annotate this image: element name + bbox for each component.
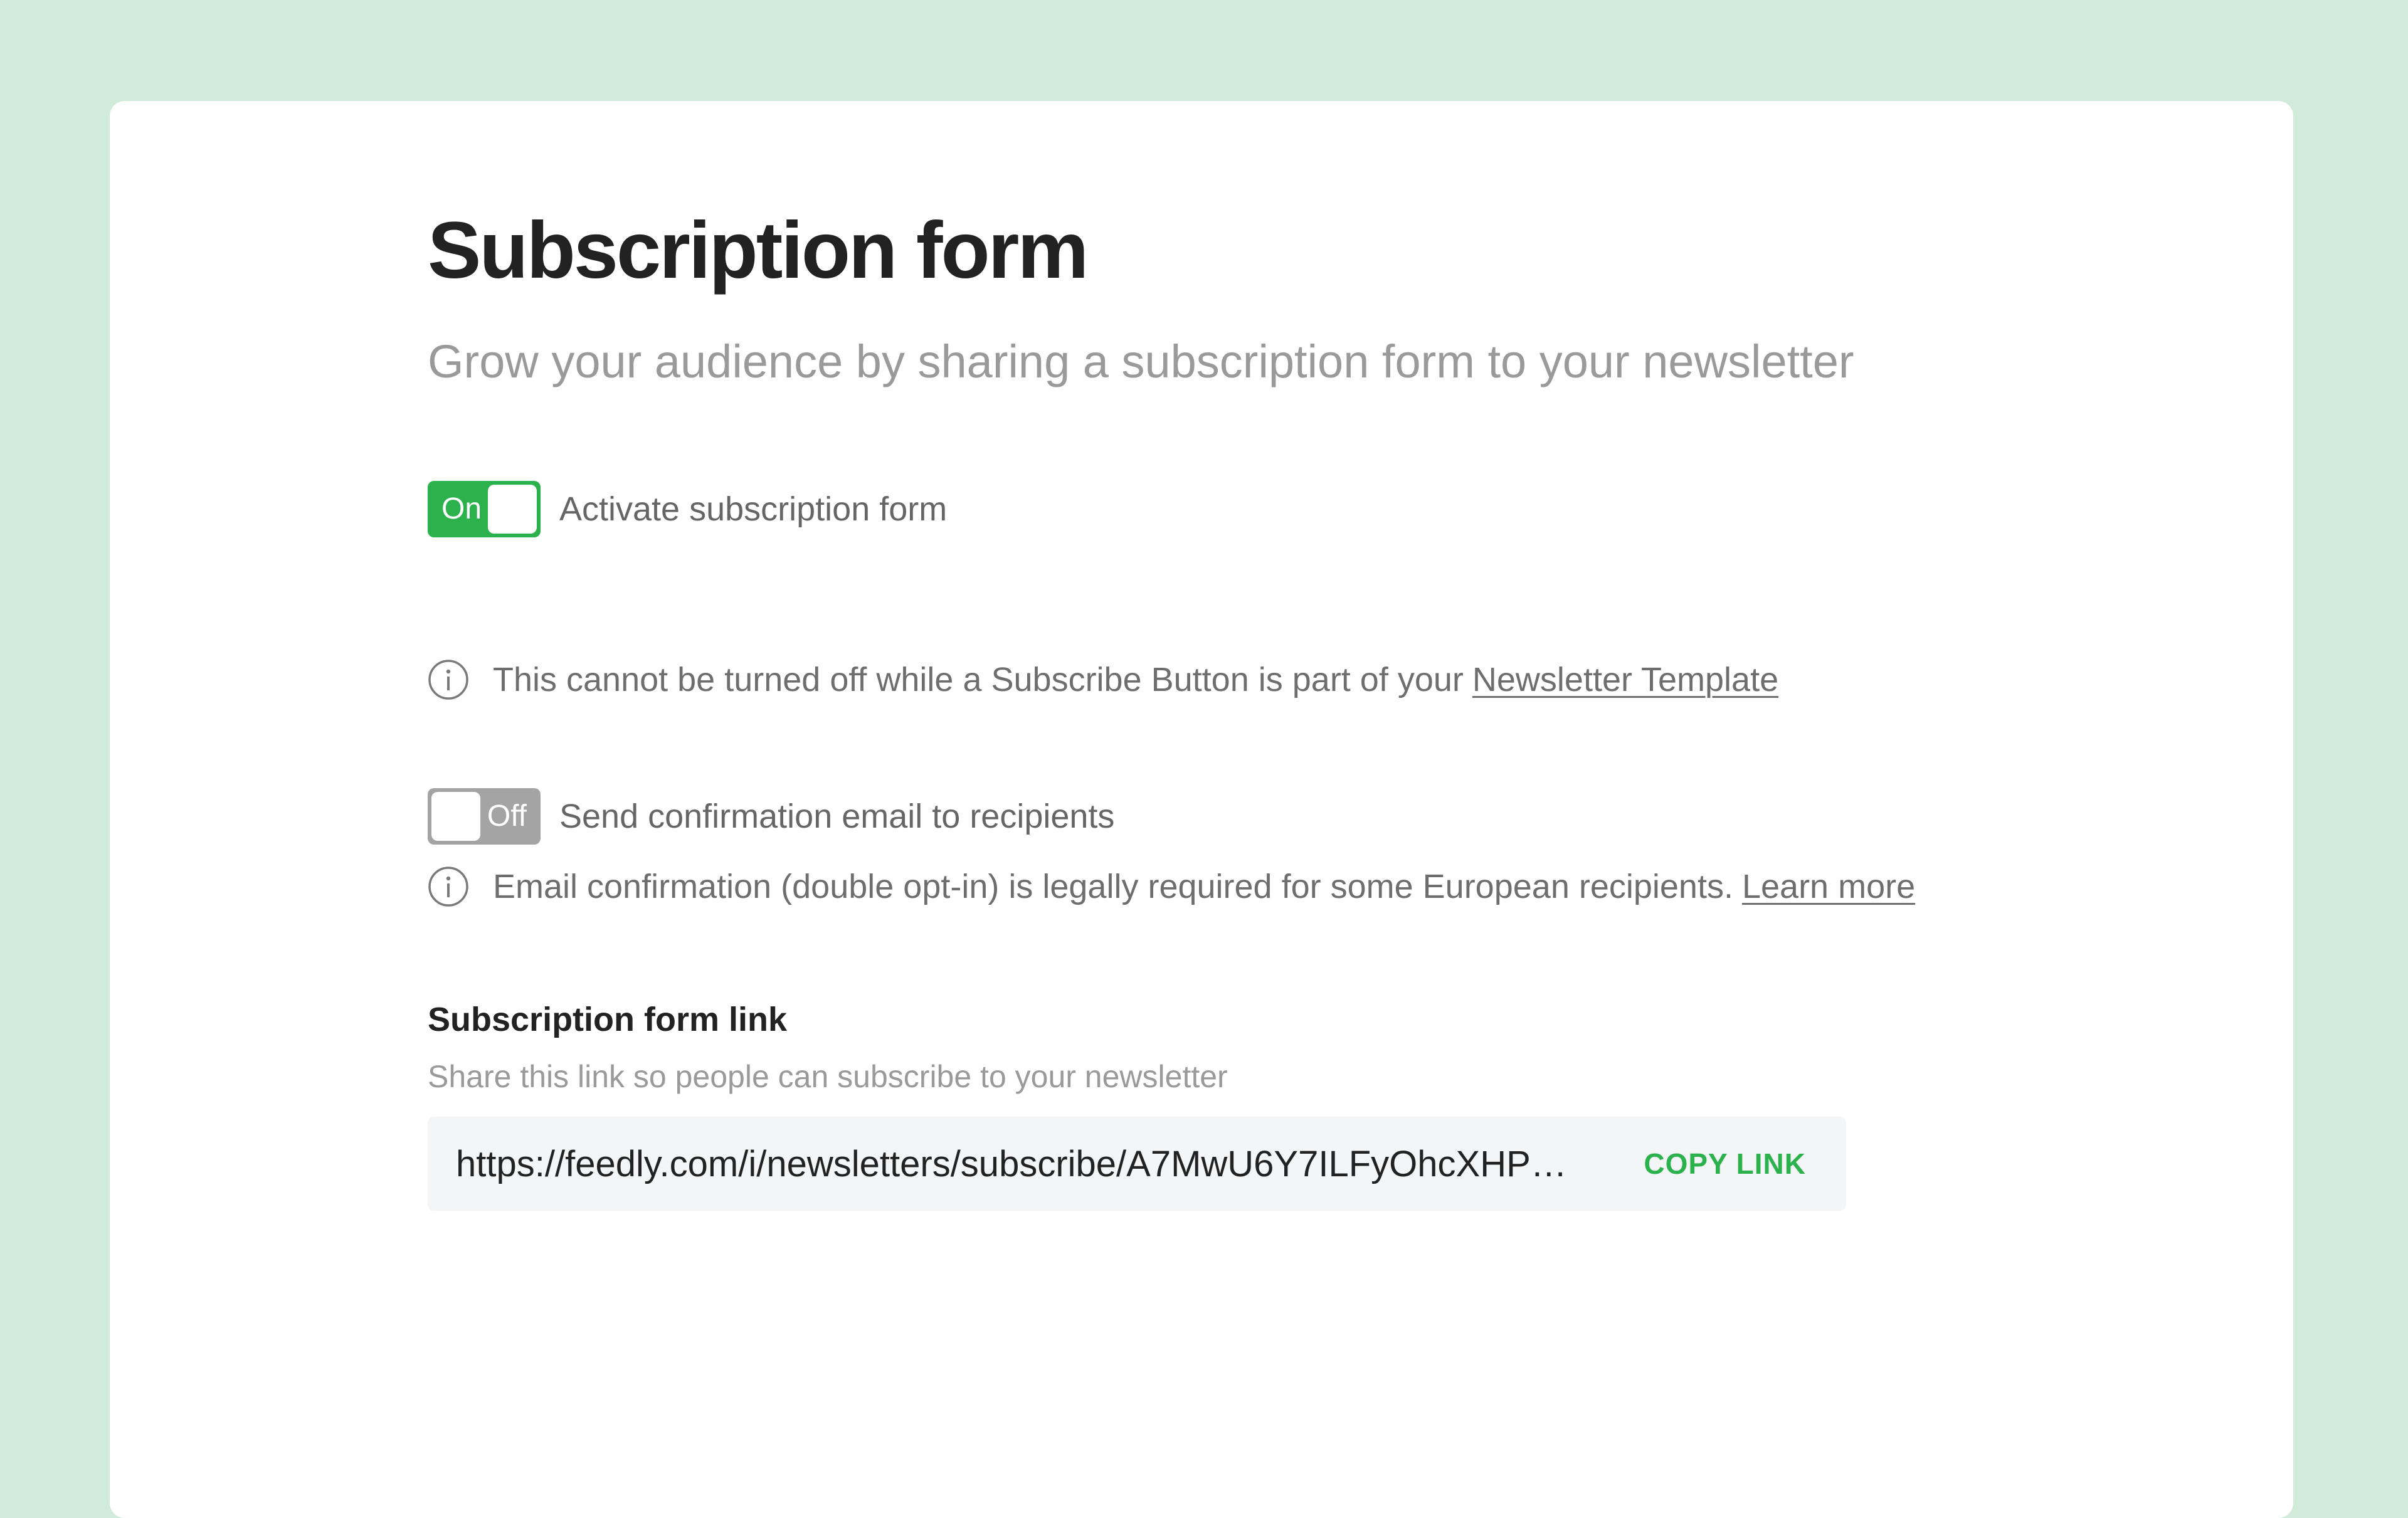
toggle-state-label: Off: [487, 799, 527, 833]
confirmation-email-toggle[interactable]: Off: [428, 788, 541, 845]
subscription-link-url[interactable]: https://feedly.com/i/newsletters/subscri…: [456, 1143, 1598, 1185]
confirmation-info-message: Email confirmation (double opt-in) is le…: [493, 868, 1733, 905]
copy-link-button[interactable]: COPY LINK: [1644, 1147, 1806, 1181]
toggle-knob: [431, 792, 480, 841]
info-circle-icon: [428, 660, 468, 700]
link-section-description: Share this link so people can subscribe …: [428, 1059, 1228, 1094]
newsletter-template-link[interactable]: Newsletter Template: [1472, 661, 1778, 698]
activate-info: This cannot be turned off while a Subscr…: [428, 659, 1778, 700]
activate-form-label: Activate subscription form: [559, 490, 948, 528]
link-section-heading: Subscription form link: [428, 1001, 788, 1038]
activate-form-row: On Activate subscription form: [428, 481, 947, 537]
toggle-knob: [488, 485, 537, 534]
confirmation-email-row: Off Send confirmation email to recipient…: [428, 788, 1114, 845]
learn-more-link[interactable]: Learn more: [1742, 868, 1915, 905]
activate-form-toggle[interactable]: On: [428, 481, 541, 537]
subscription-link-field: https://feedly.com/i/newsletters/subscri…: [428, 1117, 1846, 1211]
confirmation-email-label: Send confirmation email to recipients: [559, 798, 1115, 835]
page-title: Subscription form: [428, 206, 1089, 295]
toggle-state-label: On: [441, 492, 482, 525]
confirmation-info-text: Email confirmation (double opt-in) is le…: [493, 867, 1915, 906]
settings-card: Subscription form Grow your audience by …: [110, 101, 2293, 1518]
activate-info-message: This cannot be turned off while a Subscr…: [493, 661, 1464, 698]
confirmation-info: Email confirmation (double opt-in) is le…: [428, 866, 1915, 907]
page-subtitle: Grow your audience by sharing a subscrip…: [428, 335, 1854, 387]
activate-info-text: This cannot be turned off while a Subscr…: [493, 660, 1778, 699]
info-circle-icon: [428, 867, 468, 907]
